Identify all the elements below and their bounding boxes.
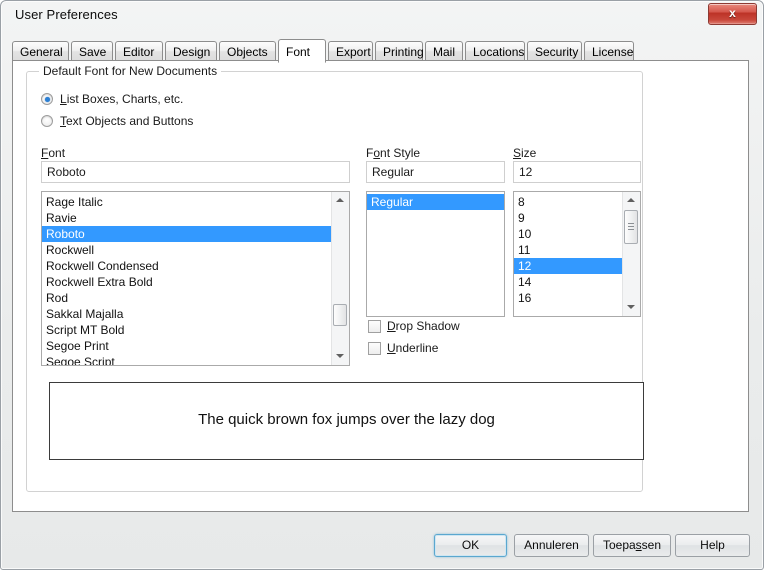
tab-label: License (592, 45, 634, 59)
tab-label: Printing (383, 45, 424, 59)
tab-editor[interactable]: Editor (115, 41, 163, 61)
checkbox-icon-unchecked (368, 320, 381, 333)
list-item[interactable]: Sakkal Majalla (42, 306, 332, 322)
tab-label: Mail (433, 45, 456, 59)
scrollbar-thumb[interactable] (333, 304, 347, 326)
list-item[interactable]: Segoe Script (42, 354, 332, 365)
scrollbar-grip-icon (628, 223, 634, 231)
tab-mail[interactable]: Mail (425, 41, 463, 61)
font-preview-box: The quick brown fox jumps over the lazy … (49, 382, 644, 460)
close-icon: x (729, 6, 736, 20)
tab-design[interactable]: Design (165, 41, 217, 61)
scrollbar-thumb[interactable] (624, 210, 638, 244)
title-bar: User Preferences x (1, 1, 763, 29)
list-item[interactable]: Rockwell (42, 242, 332, 258)
window-title: User Preferences (15, 7, 118, 22)
list-item[interactable]: Rage Italic (42, 194, 332, 210)
list-item[interactable]: 14 (514, 274, 623, 290)
chevron-up-icon (627, 198, 635, 202)
list-item[interactable]: Rockwell Extra Bold (42, 274, 332, 290)
list-item[interactable]: 16 (514, 290, 623, 306)
list-item[interactable]: Script MT Bold (42, 322, 332, 338)
list-item[interactable]: 11 (514, 242, 623, 258)
size-input[interactable] (513, 161, 641, 183)
tab-label: Save (79, 45, 107, 59)
list-item[interactable]: 12 (514, 258, 623, 274)
tab-label: Editor (123, 45, 155, 59)
font-list-scrollbar[interactable] (331, 192, 349, 365)
scroll-up-button[interactable] (332, 192, 348, 209)
font-style-listbox[interactable]: Regular (366, 191, 505, 317)
radio-icon-unselected (41, 115, 53, 127)
tab-label: Font (286, 45, 311, 59)
font-list-items[interactable]: Rage Italic Ravie Roboto Rockwell Rockwell C… (42, 194, 332, 365)
font-label: Font (41, 146, 66, 160)
tab-save[interactable]: Save (71, 41, 113, 61)
tab-license[interactable]: License (584, 41, 634, 61)
size-label: Size (513, 146, 537, 160)
close-button[interactable]: x (708, 3, 757, 25)
preview-sample-text: The quick brown fox jumps over the lazy … (198, 411, 495, 428)
scroll-down-button[interactable] (332, 348, 348, 365)
tab-locations[interactable]: Locations (465, 41, 525, 61)
tab-font[interactable]: Font (278, 39, 326, 63)
tab-panel-font: Default Font for New Documents List Boxe… (12, 60, 749, 512)
tab-objects[interactable]: Objects (219, 41, 276, 61)
chevron-down-icon (336, 354, 344, 358)
size-list-scrollbar[interactable] (622, 192, 640, 316)
scroll-up-button[interactable] (623, 192, 639, 209)
list-item[interactable]: 9 (514, 210, 623, 226)
chevron-up-icon (336, 198, 344, 202)
list-item[interactable]: Roboto (42, 226, 332, 242)
scroll-down-button[interactable] (623, 299, 639, 316)
font-style-input[interactable] (366, 161, 505, 183)
font-style-label: Font Style (366, 146, 421, 160)
list-item[interactable]: 10 (514, 226, 623, 242)
checkbox-label: Drop Shadow (387, 319, 460, 333)
checkbox-label: Underline (387, 341, 439, 355)
checkbox-icon-unchecked (368, 342, 381, 355)
tab-security[interactable]: Security (527, 41, 582, 61)
list-item[interactable]: Ravie (42, 210, 332, 226)
list-item[interactable]: Segoe Print (42, 338, 332, 354)
radio-label: List Boxes, Charts, etc. (60, 92, 184, 106)
tab-general[interactable]: General (12, 41, 69, 61)
ok-button[interactable]: OK (434, 534, 507, 557)
radio-label: Text Objects and Buttons (60, 114, 194, 128)
font-style-list-items[interactable]: Regular (367, 194, 504, 316)
font-listbox[interactable]: Rage Italic Ravie Roboto Rockwell Rockwell C… (41, 191, 350, 366)
default-font-groupbox: Default Font for New Documents List Boxe… (26, 64, 644, 492)
chevron-down-icon (627, 305, 635, 309)
font-input[interactable] (41, 161, 350, 183)
cancel-button[interactable]: Annuleren (514, 534, 589, 557)
groupbox-label: Default Font for New Documents (39, 64, 222, 78)
tab-printing[interactable]: Printing (375, 41, 424, 61)
user-preferences-dialog: User Preferences x General Save Editor Desi… (0, 0, 764, 570)
tab-export[interactable]: Export (328, 41, 373, 61)
tab-strip: General Save Editor Design Objects Font Export… (12, 39, 752, 63)
tab-label: Objects (227, 45, 268, 59)
tab-label: Locations (473, 45, 525, 59)
tab-label: Export (336, 45, 371, 59)
size-list-items[interactable]: 8 9 10 11 12 14 16 (514, 194, 623, 316)
apply-button[interactable]: Toepassen (593, 534, 671, 557)
size-listbox[interactable]: 8 9 10 11 12 14 16 (513, 191, 641, 317)
list-item[interactable]: Rockwell Condensed (42, 258, 332, 274)
tab-label: Security (535, 45, 579, 59)
tab-label: Design (173, 45, 211, 59)
tab-label: General (20, 45, 63, 59)
help-button[interactable]: Help (675, 534, 750, 557)
list-item[interactable]: Rod (42, 290, 332, 306)
radio-icon-selected (41, 93, 53, 105)
list-item[interactable]: 8 (514, 194, 623, 210)
list-item[interactable]: Regular (367, 194, 504, 210)
